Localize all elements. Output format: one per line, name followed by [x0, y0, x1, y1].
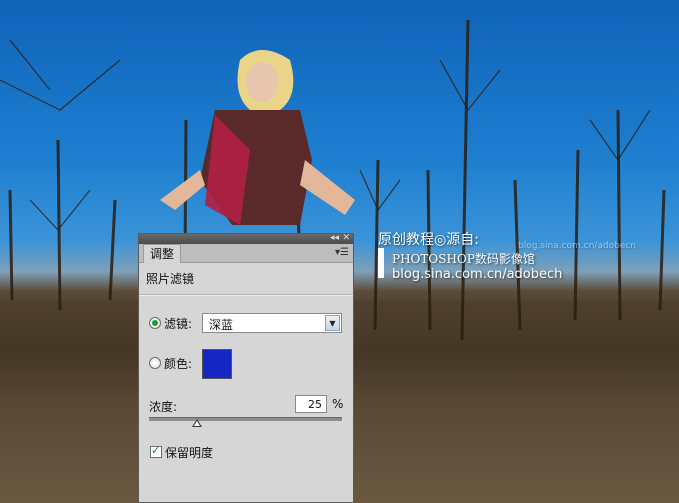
preserve-luminosity-label: 保留明度: [165, 446, 214, 460]
model-figure: [160, 50, 355, 225]
panel-titlebar[interactable]: ◂◂ ✕: [139, 232, 353, 244]
density-label: 浓度:: [149, 400, 178, 414]
density-unit: %: [332, 397, 344, 411]
divider: [139, 294, 353, 296]
color-swatch[interactable]: [202, 349, 232, 379]
double-chevron-icon[interactable]: ◂◂: [330, 232, 339, 244]
tab-adjustments[interactable]: 调整: [143, 244, 182, 263]
preserve-luminosity-checkbox[interactable]: [150, 444, 162, 458]
watermark-line1: 原创教程◎源自:: [378, 232, 479, 248]
filter-selected-value: 深蓝: [209, 318, 234, 332]
close-icon[interactable]: ✕: [342, 232, 350, 244]
density-slider-track[interactable]: [149, 417, 342, 421]
watermark: 原创教程◎源自: PHOTOSHOP数码影像馆 blog.sina.com.cn…: [378, 229, 636, 282]
panel-tab-row: 调整 ▾☰: [139, 244, 353, 263]
panel-title: 照片滤镜: [146, 272, 195, 286]
filter-radio[interactable]: [149, 317, 161, 329]
color-radio[interactable]: [149, 357, 161, 369]
chevron-down-icon[interactable]: ▼: [325, 315, 340, 331]
watermark-faint-url: blog.sina.com.cn/adobecn: [518, 241, 636, 251]
density-input[interactable]: 25: [295, 395, 327, 413]
watermark-line2: PHOTOSHOP数码影像馆: [392, 252, 535, 266]
color-label: 颜色:: [164, 357, 193, 371]
watermark-bar: [378, 248, 384, 278]
density-slider-thumb[interactable]: [192, 419, 203, 427]
filter-dropdown[interactable]: 深蓝 ▼: [202, 313, 342, 333]
panel-menu-icon[interactable]: ▾☰: [335, 247, 349, 258]
filter-label: 滤镜:: [164, 317, 193, 331]
adjustments-panel: ◂◂ ✕ 调整 ▾☰ 照片滤镜 滤镜: 深蓝 ▼ 颜色: 浓度: 25 % 保留…: [138, 233, 354, 503]
watermark-url: blog.sina.com.cn/adobech: [392, 267, 563, 282]
